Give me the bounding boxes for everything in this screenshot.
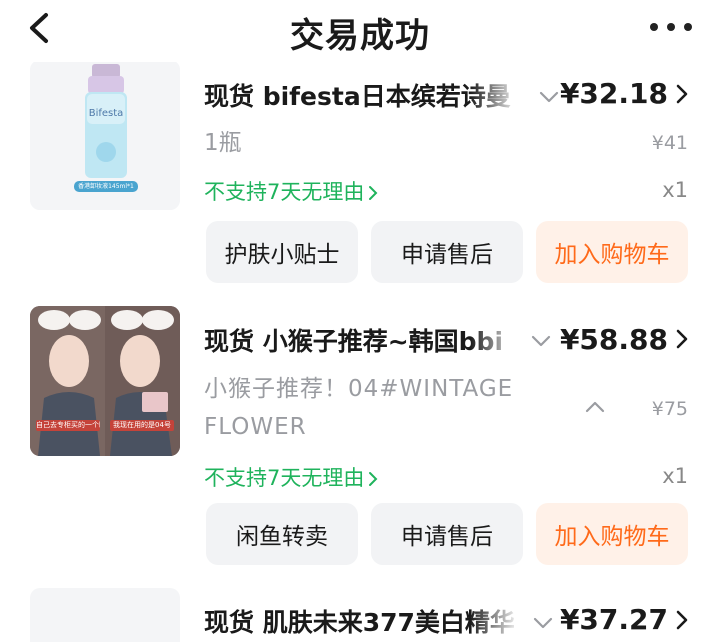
product-name[interactable]: 现货 肌肤未来377美白精华: [204, 603, 514, 639]
chevron-down-icon[interactable]: [532, 616, 554, 630]
product-image-caption: 香港卸妆液145ml*1: [78, 183, 134, 190]
return-policy-text: 不支持7天无理由: [204, 466, 365, 490]
product-spec: 小猴子推荐！04#WINTAGE FLOWER: [204, 376, 514, 440]
chevron-right-icon: [369, 472, 378, 486]
resell-button[interactable]: 闲鱼转卖: [206, 503, 358, 565]
product-price: ¥58.88: [559, 323, 668, 356]
svg-text:Bifesta: Bifesta: [89, 108, 124, 119]
chevron-down-icon[interactable]: [538, 90, 560, 104]
more-dots-icon: [650, 23, 658, 31]
quantity: x1: [662, 178, 688, 202]
video-caption-left: 自己去专柜买的一个眼影盘: [36, 421, 100, 429]
after-sales-button[interactable]: 申请售后: [371, 503, 523, 565]
more-button[interactable]: [648, 14, 694, 38]
original-price: ¥75: [651, 398, 688, 420]
chevron-up-icon[interactable]: [584, 400, 606, 414]
return-policy-text: 不支持7天无理由: [204, 180, 365, 204]
product-thumbnail[interactable]: [30, 588, 180, 642]
product-name[interactable]: 现货 bifesta日本缤若诗曼: [204, 77, 514, 113]
product-thumbnail[interactable]: 自己去专柜买的一个眼影盘 我现在用的是04号: [30, 306, 180, 456]
after-sales-button[interactable]: 申请售后: [371, 221, 523, 283]
add-to-cart-button[interactable]: 加入购物车: [536, 221, 688, 283]
chevron-right-icon[interactable]: [674, 328, 690, 350]
product-name[interactable]: 现货 小猴子推荐~韩国bbi: [204, 322, 514, 358]
add-to-cart-button[interactable]: 加入购物车: [536, 503, 688, 565]
product-video-image: [30, 306, 180, 456]
return-policy-link[interactable]: 不支持7天无理由: [204, 176, 378, 206]
product-thumbnail[interactable]: Bifesta 香港卸妆液145ml*1: [30, 60, 180, 210]
skincare-tips-button[interactable]: 护肤小贴士: [206, 221, 358, 283]
chevron-right-icon[interactable]: [674, 83, 690, 105]
chevron-right-icon: [369, 186, 378, 200]
quantity: x1: [662, 464, 688, 488]
chevron-down-icon[interactable]: [530, 334, 552, 348]
product-spec: 1瓶: [204, 130, 242, 156]
product-price: ¥32.18: [559, 77, 668, 110]
top-bar: 交易成功: [0, 0, 720, 62]
product-price: ¥37.27: [559, 603, 668, 636]
video-caption-right: 我现在用的是04号: [113, 421, 171, 429]
chevron-right-icon[interactable]: [674, 609, 690, 631]
original-price: ¥41: [651, 132, 688, 154]
return-policy-link[interactable]: 不支持7天无理由: [204, 462, 378, 492]
page-title: 交易成功: [290, 16, 430, 56]
